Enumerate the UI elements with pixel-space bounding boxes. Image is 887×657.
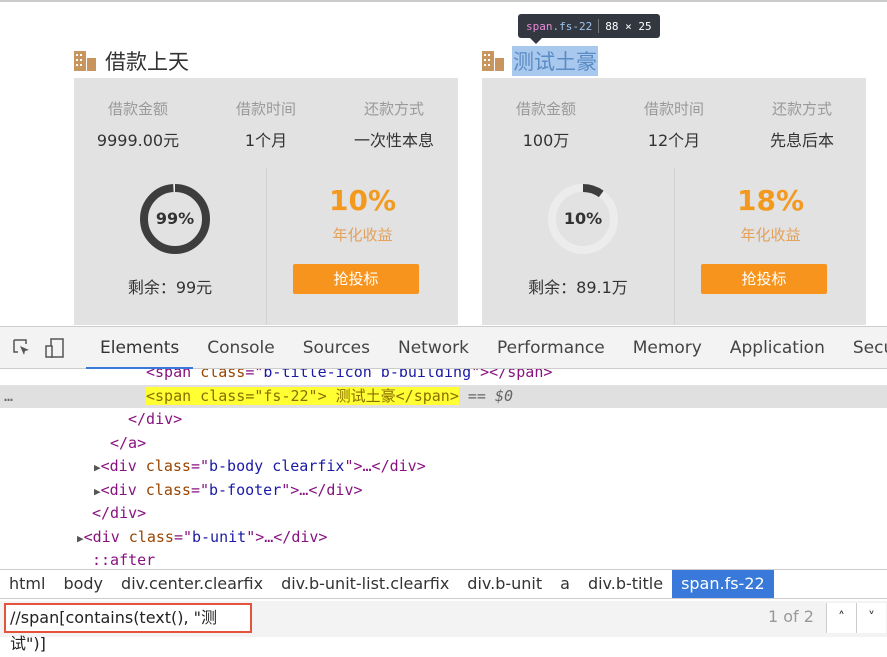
dom-node[interactable]: </div> xyxy=(0,408,887,432)
breadcrumb: html body div.center.clearfix div.b-unit-li… xyxy=(0,569,887,599)
tab-elements[interactable]: Elements xyxy=(86,327,194,369)
device-toolbar-icon[interactable] xyxy=(44,335,66,361)
tooltip-size: 88 × 25 xyxy=(605,19,652,33)
remaining-amount: 剩余：89.1万 xyxy=(528,278,628,297)
tooltip-tag: span xyxy=(526,19,553,33)
tooltip-class: .fs-22 xyxy=(552,19,593,33)
info-label: 借款金额 xyxy=(515,100,576,118)
info-label: 还款方式 xyxy=(771,100,832,118)
annual-rate: 18% xyxy=(736,184,805,217)
dom-node[interactable]: ▶<div class="b-unit">…</div> xyxy=(0,526,887,550)
breadcrumb-item[interactable]: span.fs-22 xyxy=(672,570,774,598)
building-icon xyxy=(482,50,504,72)
info-label: 借款时间 xyxy=(643,100,704,118)
inspect-element-icon[interactable] xyxy=(12,335,32,361)
info-value: 12个月 xyxy=(647,131,701,150)
search-bar: //span[contains(text(), "测试")] 1 of 2 ˄ … xyxy=(0,601,887,653)
tab-network[interactable]: Network xyxy=(384,327,483,369)
progress-ring: 10% xyxy=(547,183,619,255)
progress-label: 10% xyxy=(563,209,603,228)
loan-info-column: 借款时间 12个月 xyxy=(610,98,738,151)
breadcrumb-item[interactable]: body xyxy=(54,570,112,598)
devtools-toolbar: Elements Console Sources Network Performance… xyxy=(0,327,887,369)
info-value: 一次性本息 xyxy=(353,131,434,150)
loan-info-column: 还款方式 一次性本息 xyxy=(330,98,458,151)
breadcrumb-item[interactable]: div.b-unit-list.clearfix xyxy=(272,570,458,598)
annual-rate-label: 年化收益 xyxy=(332,226,393,244)
progress-label: 99% xyxy=(155,209,195,228)
loan-unit[interactable]: 测试土豪 借款金额 100万 借款时间 12个月 还款方式先息后本 10% 剩余：89.… xyxy=(482,44,866,325)
breadcrumb-item[interactable]: div.center.clearfix xyxy=(112,570,272,598)
unit-body: 借款金额 9999.00元 借款时间 1个月 还款方式 一次性本息 99% 剩余：99元 … xyxy=(74,78,458,325)
loan-info-column: 还款方式 先息后本 xyxy=(738,98,866,151)
unit-title-text: 借款上天 xyxy=(105,50,189,74)
tab-console[interactable]: Console xyxy=(193,327,289,369)
remaining-amount: 剩余：99元 xyxy=(127,278,213,297)
building-icon xyxy=(74,50,96,72)
dom-node[interactable]: <span class="b-title-icon b-building"></… xyxy=(0,369,887,385)
breadcrumb-item[interactable]: html xyxy=(0,570,54,598)
element-tooltip: span.fs-22 88 × 25 xyxy=(518,14,660,44)
annual-rate: 10% xyxy=(328,184,397,217)
dom-node-selected[interactable]: … <span class="fs-22"> 测试土豪</span> == $0 xyxy=(0,384,887,408)
dom-node[interactable]: ::after xyxy=(0,549,887,569)
invest-button[interactable]: 抢投标 xyxy=(293,264,419,294)
xpath-search-input[interactable]: //span[contains(text(), "测试")] xyxy=(4,603,252,653)
dom-node[interactable]: ▶<div class="b-footer">…</div> xyxy=(0,479,887,503)
dom-node[interactable]: </a> xyxy=(0,432,887,456)
dom-node[interactable]: ▶<div class="b-body clearfix">…</div> xyxy=(0,455,887,479)
tab-performance[interactable]: Performance xyxy=(483,327,619,369)
loan-info-column: 借款金额 100万 xyxy=(482,98,610,151)
breadcrumb-item[interactable]: div.b-title xyxy=(579,570,672,598)
previous-match-button[interactable]: ˄ xyxy=(826,603,856,633)
loan-info-column: 借款时间 1个月 xyxy=(202,98,330,151)
unit-title[interactable]: 借款上天 xyxy=(74,44,458,78)
next-match-button[interactable]: ˅ xyxy=(856,603,886,633)
tab-sources[interactable]: Sources xyxy=(289,327,384,369)
tab-memory[interactable]: Memory xyxy=(619,327,716,369)
tab-application[interactable]: Application xyxy=(716,327,839,369)
dom-tree[interactable]: <span class="b-title-icon b-building"></… xyxy=(0,369,887,569)
info-value: 9999.00元 xyxy=(96,131,180,150)
info-value: 1个月 xyxy=(244,131,288,150)
progress-ring: 99% xyxy=(139,183,211,255)
annual-rate-label: 年化收益 xyxy=(740,226,801,244)
info-label: 还款方式 xyxy=(363,100,424,118)
invest-button[interactable]: 抢投标 xyxy=(701,264,827,294)
unit-body: 借款金额 100万 借款时间 12个月 还款方式先息后本 10% 剩余：89.1万 18… xyxy=(482,78,866,325)
match-count: 1 of 2 xyxy=(768,607,814,626)
unit-title[interactable]: 测试土豪 xyxy=(482,44,866,78)
dom-node[interactable]: </div> xyxy=(0,502,887,526)
info-label: 借款时间 xyxy=(235,100,296,118)
devtools-panel: Elements Console Sources Network Performance… xyxy=(0,326,887,653)
breadcrumb-item[interactable]: div.b-unit xyxy=(458,570,551,598)
info-label: 借款金额 xyxy=(107,100,168,118)
tab-secur[interactable]: Secur xyxy=(839,327,887,369)
loan-info-column: 借款金额 9999.00元 xyxy=(74,98,202,151)
info-value: 100万 xyxy=(522,131,570,150)
loan-unit[interactable]: 借款上天 借款金额 9999.00元 借款时间 1个月 还款方式一次性本息 99% 剩余… xyxy=(74,44,458,325)
info-value: 先息后本 xyxy=(769,131,834,150)
page-top-border xyxy=(0,0,887,3)
unit-title-text: 测试土豪 xyxy=(512,46,598,76)
breadcrumb-item[interactable]: a xyxy=(551,570,579,598)
